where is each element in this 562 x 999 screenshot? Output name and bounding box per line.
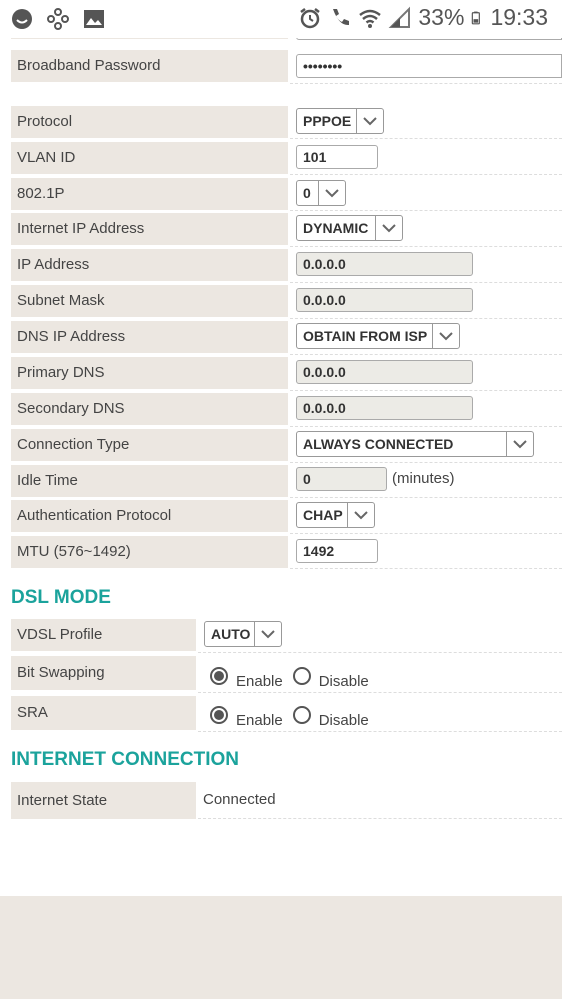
- bit-swapping-disable-radio[interactable]: [292, 666, 311, 685]
- dns-ip-label: DNS IP Address: [11, 321, 288, 353]
- wifi-call-icon: [333, 8, 350, 25]
- status-bar: 33% 19:33: [0, 0, 562, 38]
- chevron-down-icon: [318, 181, 345, 205]
- sra-label: SRA: [11, 696, 196, 730]
- internet-ip-select[interactable]: DYNAMIC: [296, 215, 403, 241]
- idle-time-field: 0: [296, 467, 387, 491]
- dsl-mode-title: DSL MODE: [11, 587, 111, 608]
- ip-address-label: IP Address: [11, 249, 288, 281]
- idle-time-unit: (minutes): [392, 470, 455, 487]
- bit-swapping-enable-label: Enable: [236, 673, 283, 690]
- broadband-password-field[interactable]: ••••••••: [296, 54, 562, 78]
- chevron-down-icon: [254, 622, 281, 646]
- face-icon: [12, 9, 32, 29]
- subnet-mask-field: 0.0.0.0: [296, 288, 473, 312]
- broadband-password-label: Broadband Password: [11, 50, 288, 82]
- primary-dns-label: Primary DNS: [11, 357, 288, 389]
- chevron-down-icon: [432, 324, 459, 348]
- connection-type-label: Connection Type: [11, 429, 288, 461]
- subnet-mask-label: Subnet Mask: [11, 285, 288, 317]
- internet-ip-value: DYNAMIC: [303, 220, 369, 236]
- dns-ip-select[interactable]: OBTAIN FROM ISP: [296, 323, 460, 349]
- p8021-value: 0: [303, 185, 311, 201]
- clock: 19:33: [490, 4, 548, 30]
- vdsl-profile-select[interactable]: AUTO: [204, 621, 282, 647]
- vlan-id-label: VLAN ID: [11, 142, 288, 174]
- chevron-down-icon: [356, 109, 383, 133]
- secondary-dns-field: 0.0.0.0: [296, 396, 473, 420]
- internet-connection-title: INTERNET CONNECTION: [11, 749, 239, 770]
- vdsl-profile-value: AUTO: [211, 626, 251, 642]
- chevron-down-icon: [375, 216, 402, 240]
- wifi-icon: [359, 9, 382, 28]
- idle-time-label: Idle Time: [11, 465, 288, 497]
- sra-disable-label: Disable: [318, 712, 369, 729]
- sra-radio-group: Enable Disable: [210, 700, 379, 729]
- internet-state-label: Internet State: [11, 782, 196, 819]
- connection-type-value: ALWAYS CONNECTED: [303, 436, 454, 452]
- auth-protocol-select[interactable]: CHAP: [296, 502, 375, 528]
- sra-disable-radio[interactable]: [292, 705, 311, 724]
- flower-icon: [47, 8, 69, 30]
- protocol-value: PPPOE: [303, 113, 352, 129]
- vlan-id-field[interactable]: 101: [296, 145, 378, 169]
- protocol-select[interactable]: PPPOE: [296, 108, 384, 134]
- chevron-down-icon: [506, 432, 533, 456]
- bit-swapping-enable-radio[interactable]: [210, 666, 228, 685]
- chevron-down-icon: [347, 503, 374, 527]
- sra-enable-label: Enable: [236, 712, 283, 729]
- ip-address-field: 0.0.0.0: [296, 252, 473, 276]
- internet-state-value: Connected: [203, 791, 276, 808]
- connection-type-select[interactable]: ALWAYS CONNECTED: [296, 431, 534, 457]
- p8021-select[interactable]: 0: [296, 180, 346, 206]
- mtu-field[interactable]: 1492: [296, 539, 378, 563]
- internet-ip-label: Internet IP Address: [11, 213, 288, 245]
- signal-icon: [388, 6, 411, 28]
- auth-protocol-label: Authentication Protocol: [11, 500, 288, 532]
- p8021-label: 802.1P: [11, 178, 288, 210]
- battery-icon: [472, 11, 481, 24]
- page-footer: [0, 896, 562, 999]
- battery-percent: 33%: [418, 4, 465, 30]
- dns-ip-value: OBTAIN FROM ISP: [303, 328, 428, 344]
- secondary-dns-label: Secondary DNS: [11, 393, 288, 425]
- auth-protocol-value: CHAP: [303, 507, 343, 523]
- bit-swapping-radio-group: Enable Disable: [210, 661, 379, 690]
- bit-swapping-disable-label: Disable: [318, 673, 369, 690]
- image-icon: [84, 10, 104, 28]
- vdsl-profile-label: VDSL Profile: [11, 619, 196, 651]
- bit-swapping-label: Bit Swapping: [11, 656, 196, 690]
- alarm-icon: [300, 7, 321, 28]
- mtu-label: MTU (576~1492): [11, 536, 288, 568]
- primary-dns-field: 0.0.0.0: [296, 360, 473, 384]
- protocol-label: Protocol: [11, 106, 288, 138]
- sra-enable-radio[interactable]: [210, 705, 228, 724]
